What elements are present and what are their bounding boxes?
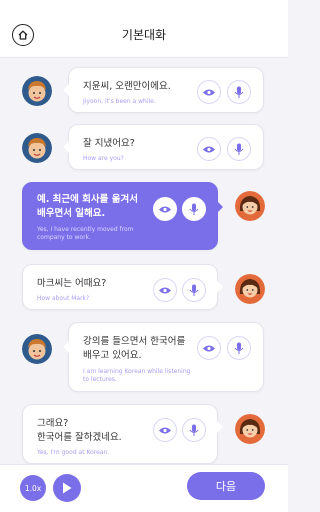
- message-bubble: 그래요? 한국어를 잘하겠네요. Yes, I'm good at Korean…: [22, 404, 223, 464]
- eye-icon: [203, 146, 215, 152]
- message-english: How about Mark?: [37, 295, 90, 302]
- microphone-icon: [189, 424, 199, 436]
- message-korean: 마크씨는 어때요?: [37, 278, 107, 289]
- next-button[interactable]: 다음: [187, 472, 265, 500]
- show-translation-button[interactable]: [197, 80, 221, 104]
- message-korean: 그래요? 한국어를 잘하겠네요.: [37, 418, 122, 443]
- record-button[interactable]: [227, 80, 251, 104]
- message-korean: 예. 최근에 회사를 옮겨서 배우면서 일해요.: [37, 194, 138, 219]
- microphone-icon: [189, 284, 199, 296]
- microphone-icon: [234, 342, 244, 354]
- girl-avatar: [235, 414, 265, 444]
- girl-avatar: [235, 191, 265, 221]
- message-bubble: 잘 지냈어요? How are you?: [63, 124, 264, 170]
- microphone-icon: [234, 143, 244, 155]
- page-title: 기본대화: [121, 28, 167, 42]
- eye-icon: [159, 427, 171, 433]
- message-bubble: 강의를 들으면서 한국어를 배우고 있어요. I am learning Kor…: [63, 322, 264, 392]
- microphone-icon: [189, 203, 199, 215]
- message-bubble: 지윤씨, 오랜만이에요. Jiyoon, it's been a while.: [63, 67, 264, 113]
- message-korean: 강의를 들으면서 한국어를 배우고 있어요.: [83, 336, 186, 361]
- show-translation-button[interactable]: [153, 278, 177, 302]
- playback-speed-button[interactable]: 1.0x: [20, 475, 46, 501]
- record-button[interactable]: [182, 197, 206, 221]
- show-translation-button[interactable]: [153, 197, 177, 221]
- message-korean: 잘 지냈어요?: [83, 138, 135, 149]
- show-translation-button[interactable]: [153, 418, 177, 442]
- message-bubble: 마크씨는 어때요? How about Mark?: [22, 264, 223, 310]
- play-button[interactable]: [53, 474, 81, 502]
- header: 기본대화: [0, 0, 288, 58]
- boy-avatar: [22, 76, 52, 106]
- record-button[interactable]: [182, 418, 206, 442]
- girl-avatar: [235, 274, 265, 304]
- message-bubble-active: 예. 최근에 회사를 옮겨서 배우면서 일해요. Yes, I have rec…: [22, 182, 223, 250]
- footer-controls: 1.0x 다음: [0, 464, 288, 512]
- message-english: Jiyoon, it's been a while.: [83, 98, 156, 105]
- record-button[interactable]: [227, 137, 251, 161]
- record-button[interactable]: [182, 278, 206, 302]
- message-english: Yes, I have recently moved from company …: [37, 226, 134, 241]
- boy-avatar: [22, 133, 52, 163]
- eye-icon: [203, 345, 215, 351]
- eye-icon: [203, 89, 215, 95]
- record-button[interactable]: [227, 336, 251, 360]
- message-english: How are you?: [83, 155, 124, 162]
- message-korean: 지윤씨, 오랜만이에요.: [83, 81, 171, 92]
- microphone-icon: [234, 86, 244, 98]
- show-translation-button[interactable]: [197, 137, 221, 161]
- show-translation-button[interactable]: [197, 336, 221, 360]
- eye-icon: [159, 206, 171, 212]
- message-english: Yes, I'm good at Korean.: [37, 449, 110, 456]
- play-icon: [63, 482, 72, 494]
- conversation-list: 지윤씨, 오랜만이에요. Jiyoon, it's been a while. …: [0, 58, 288, 464]
- boy-avatar: [22, 334, 52, 364]
- message-english: I am learning Korean while listening to …: [83, 368, 191, 383]
- eye-icon: [159, 287, 171, 293]
